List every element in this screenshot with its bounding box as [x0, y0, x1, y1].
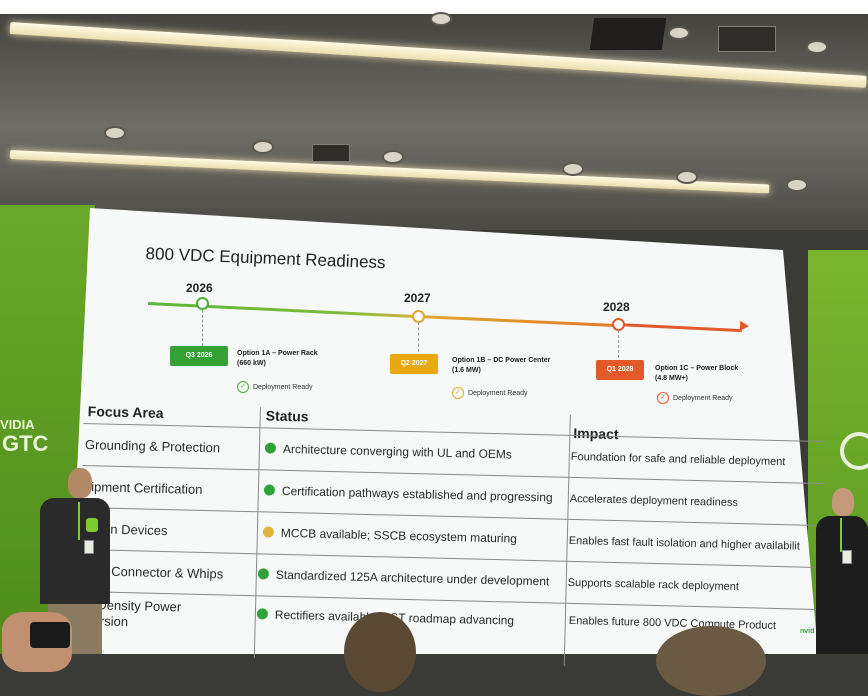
- status-dot-icon: [264, 442, 277, 454]
- ceiling-spotlight: [382, 150, 404, 164]
- table-header-impact: Impact: [573, 424, 619, 443]
- milestone-option-detail: (1.6 MW): [452, 367, 481, 374]
- timeline-node: [196, 297, 209, 310]
- table-rule: [81, 506, 824, 527]
- milestone-option: Option 1C – Power Block (4.8 MW+): [655, 364, 815, 384]
- ceiling-spotlight: [668, 26, 690, 40]
- speaker-torso: [40, 498, 110, 604]
- wall-event-text: GTC: [2, 431, 49, 456]
- speaker-torso: [816, 516, 868, 654]
- microphone-icon: [86, 518, 98, 532]
- milestone-badge: Q1 2028: [596, 360, 644, 380]
- table-cell-area: Grounding & Protection: [84, 437, 221, 456]
- milestone-status: ✓ Deployment Ready: [237, 381, 313, 393]
- ceiling-vent: [718, 26, 776, 52]
- milestone-option-detail: (660 kW): [237, 360, 266, 367]
- table-cell-status-text: Standardized 125A architecture under dev…: [275, 567, 550, 589]
- ceiling-spotlight: [562, 162, 584, 176]
- timeline-year: 2028: [603, 300, 630, 314]
- timeline-connector: [418, 322, 419, 352]
- check-circle-icon: ✓: [452, 387, 464, 399]
- milestone-option-name: Option 1B – DC Power Center: [452, 357, 551, 364]
- timeline-arrow-icon: [739, 320, 750, 332]
- table-cell-status: Architecture converging with UL and OEMs: [264, 441, 513, 462]
- speaker-head: [832, 488, 854, 516]
- status-dot-icon: [263, 484, 276, 496]
- table-cell-status-text: Certification pathways established and p…: [281, 483, 553, 505]
- table-header-status: Status: [265, 407, 309, 425]
- table-cell-status: MCCB available; SSCB ecosystem maturing: [262, 525, 518, 546]
- wall-brand-text: VIDIA: [0, 417, 35, 432]
- ceiling-spotlight: [252, 140, 274, 154]
- table-cell-impact: Enables fast fault isolation and higher …: [568, 534, 801, 553]
- timeline-year: 2026: [186, 281, 213, 295]
- table-cell-impact: Enables future 800 VDC Compute Product: [568, 614, 777, 632]
- ceiling-spotlight: [104, 126, 126, 140]
- check-circle-icon: ✓: [237, 381, 249, 393]
- milestone-option-name: Option 1A – Power Rack: [237, 350, 318, 357]
- table-cell-impact: Accelerates deployment readiness: [569, 492, 739, 510]
- slide-corner-logo: nvid: [800, 628, 815, 635]
- ceiling: [0, 0, 868, 230]
- table-header-focus-area: Focus Area: [87, 403, 164, 421]
- speaker-badge: [84, 540, 94, 554]
- milestone-status: ✓ Deployment Ready: [657, 392, 733, 404]
- table-cell-impact: Supports scalable rack deployment: [567, 576, 740, 594]
- speaker-badge: [842, 550, 852, 564]
- ceiling-vent: [312, 144, 350, 162]
- ceiling-spotlight: [430, 12, 452, 26]
- audience-head: [344, 612, 416, 692]
- ceiling-spotlight: [786, 178, 808, 192]
- speaker-right: [816, 488, 868, 654]
- table-cell-impact: Foundation for safe and reliable deploym…: [570, 450, 786, 469]
- table-cell-status-text: MCCB available; SSCB ecosystem maturing: [280, 525, 518, 546]
- milestone-status-text: Deployment Ready: [468, 389, 528, 397]
- table-cell-status: Standardized 125A architecture under dev…: [257, 567, 550, 589]
- timeline-year: 2027: [404, 291, 431, 305]
- milestone-status-text: Deployment Ready: [673, 394, 733, 402]
- table-cell-status-text: Architecture converging with UL and OEMs: [282, 441, 513, 462]
- status-dot-icon: [257, 568, 270, 580]
- milestone-badge: Q2 2027: [390, 354, 438, 374]
- milestone-status: ✓ Deployment Ready: [452, 387, 528, 399]
- status-dot-icon: [262, 526, 275, 538]
- ceiling-edge: [0, 0, 868, 14]
- audience-head: [656, 626, 766, 696]
- check-circle-icon: ✓: [657, 392, 669, 404]
- timeline-connector: [618, 330, 619, 358]
- milestone-option: Option 1A – Power Rack (660 kW): [237, 349, 397, 369]
- speaker-head: [68, 468, 92, 498]
- table-cell-status: Certification pathways established and p…: [263, 483, 553, 505]
- ceiling-spotlight: [676, 170, 698, 184]
- milestone-option: Option 1B – DC Power Center (1.6 MW): [452, 356, 612, 376]
- phone-icon: [30, 622, 70, 648]
- ceiling-spotlight: [806, 40, 828, 54]
- milestone-status-text: Deployment Ready: [253, 383, 313, 391]
- milestone-badge: Q3 2026: [170, 346, 228, 366]
- speaker-lanyard: [840, 518, 842, 552]
- status-dot-icon: [256, 608, 269, 620]
- speaker-lanyard: [78, 502, 80, 540]
- milestone-option-name: Option 1C – Power Block: [655, 365, 739, 372]
- table-rule: [79, 590, 822, 611]
- ceiling-projector: [589, 18, 667, 50]
- milestone-option-detail: (4.8 MW+): [655, 375, 688, 382]
- timeline-connector: [202, 310, 203, 346]
